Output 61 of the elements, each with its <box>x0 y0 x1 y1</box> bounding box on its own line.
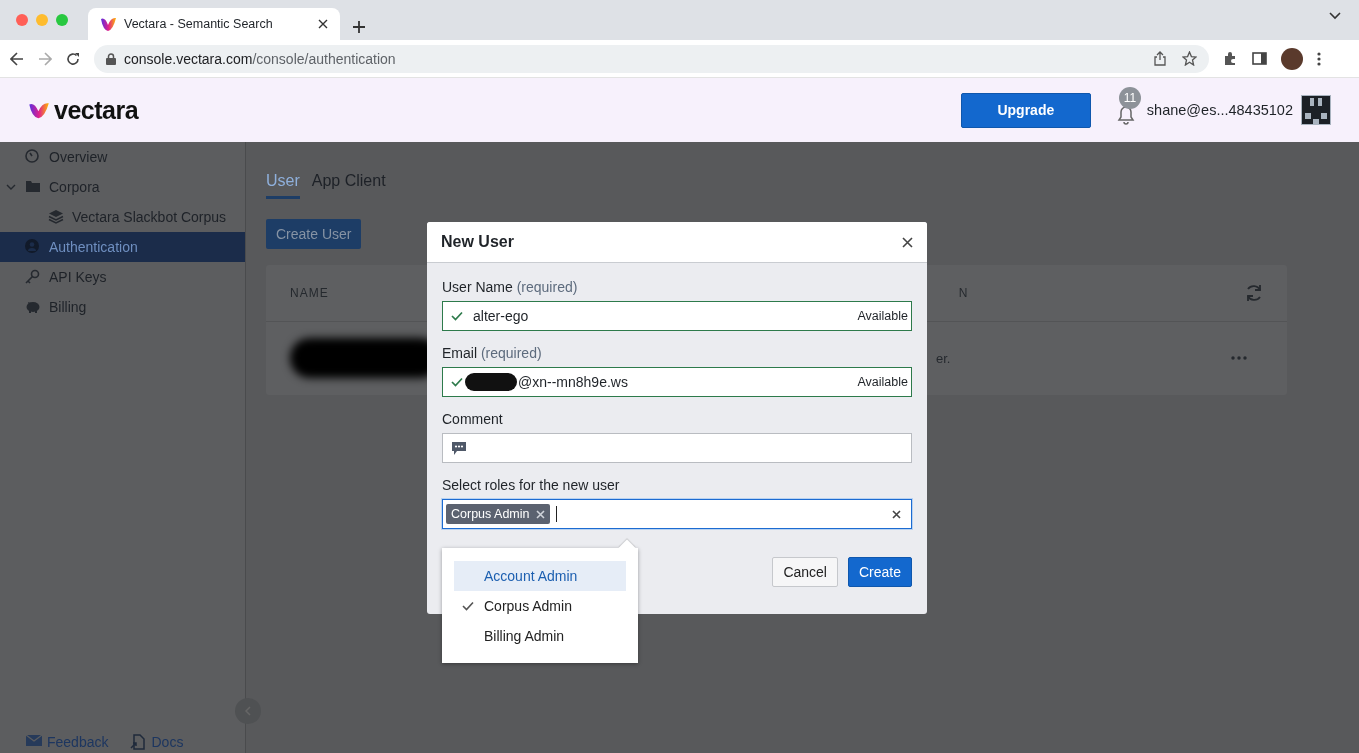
close-icon[interactable] <box>318 19 328 29</box>
url-text: console.vectara.com/console/authentication <box>124 50 396 67</box>
puzzle-icon[interactable] <box>1223 51 1238 66</box>
avatar[interactable] <box>1281 47 1303 70</box>
field-label: Email (required) <box>442 345 543 361</box>
lock-icon <box>106 52 116 65</box>
field-label: Comment <box>442 411 504 427</box>
create-user-button[interactable]: Create User <box>266 219 362 249</box>
create-button[interactable]: Create <box>847 557 912 587</box>
sidebar-icon[interactable] <box>1252 52 1267 65</box>
redaction-mark <box>465 373 517 391</box>
folder-icon <box>25 179 41 195</box>
column-header: N <box>958 286 969 300</box>
menu-option[interactable]: Billing Admin <box>454 621 626 651</box>
check-icon <box>451 311 463 321</box>
status-text: Available <box>857 309 909 323</box>
comment-icon <box>451 440 467 456</box>
layers-icon <box>48 209 64 225</box>
role-tag[interactable]: Corpus Admin <box>446 504 550 524</box>
field-label: Select roles for the new user <box>442 477 621 493</box>
document-icon <box>130 734 147 750</box>
piggy-bank-icon <box>25 299 41 315</box>
share-icon[interactable] <box>1154 51 1166 66</box>
bell-icon[interactable] <box>1116 105 1135 125</box>
remove-icon[interactable] <box>535 509 545 519</box>
sidebar-item[interactable]: Authentication <box>0 232 245 262</box>
table-cell: er. <box>936 350 951 366</box>
status-text: Available <box>857 375 909 389</box>
logo-icon <box>28 101 50 119</box>
cancel-button[interactable]: Cancel <box>772 557 838 587</box>
upgrade-button[interactable]: Upgrade <box>960 92 1091 128</box>
close-icon[interactable] <box>902 236 913 248</box>
tab[interactable]: User <box>266 172 300 199</box>
user-icon <box>25 239 41 255</box>
menu-option[interactable]: Account Admin <box>454 561 626 591</box>
check-icon <box>462 601 474 611</box>
address-bar[interactable]: console.vectara.com/console/authentication <box>94 44 1209 73</box>
input-field[interactable]: @xn--mn8h9e.ws Available <box>442 367 912 397</box>
account-name[interactable]: shane@es...48435102 <box>1146 102 1293 118</box>
notification-badge: 11 <box>1118 87 1141 109</box>
dialog-title: New User <box>441 233 514 251</box>
logo[interactable]: vectara <box>28 95 139 125</box>
chevron-down-icon[interactable] <box>1329 12 1341 20</box>
field-label: User Name (required) <box>442 279 579 295</box>
browser-tab[interactable]: Vectara - Semantic Search <box>88 8 340 40</box>
clear-icon[interactable] <box>892 509 901 519</box>
text-cursor <box>555 506 557 522</box>
user-avatar-icon[interactable] <box>1301 95 1331 125</box>
gauge-icon <box>25 149 41 165</box>
key-icon <box>25 269 41 285</box>
back-icon[interactable] <box>10 51 24 66</box>
column-header: NAME <box>290 286 329 300</box>
input-field[interactable]: alter-ego Available <box>442 301 912 331</box>
check-icon <box>451 377 463 387</box>
star-icon[interactable] <box>1182 51 1197 66</box>
more-icon[interactable] <box>1317 51 1321 66</box>
plus-icon[interactable] <box>352 20 366 34</box>
reload-icon[interactable] <box>66 51 80 66</box>
logo-icon <box>100 16 116 32</box>
role-select-field[interactable]: Corpus Admin <box>442 499 912 529</box>
menu-option[interactable]: Corpus Admin <box>454 591 626 621</box>
